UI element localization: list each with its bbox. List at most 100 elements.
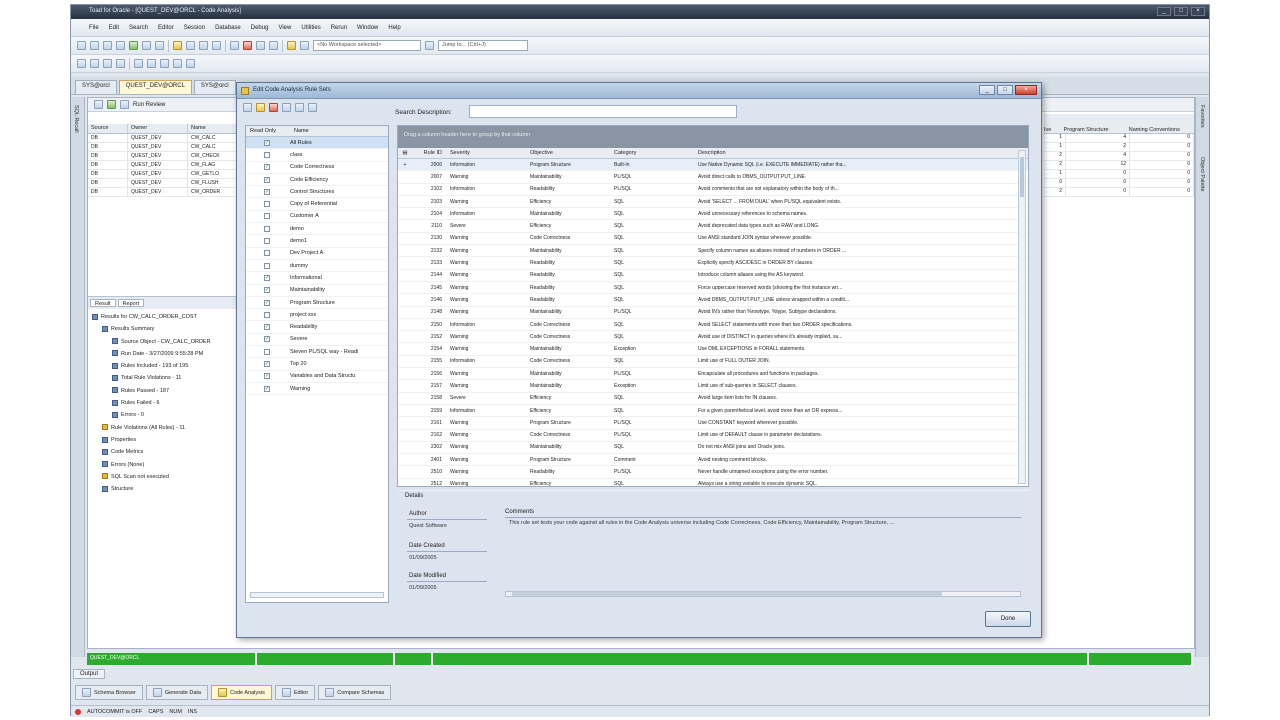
menu-session[interactable]: Session: [184, 25, 205, 31]
rules-vscrollbar[interactable]: [1018, 150, 1026, 484]
rule-set-item[interactable]: Customer A: [246, 211, 388, 224]
table-row[interactable]: 2156 Warning Maintainability PL/SQL Encapsul…: [398, 368, 1028, 381]
table-row[interactable]: 2401 Warning Program Structure Comment Avoid…: [398, 454, 1028, 467]
read-only-checkbox[interactable]: ✓: [264, 299, 270, 306]
report-icon[interactable]: [186, 41, 195, 50]
rule-set-item[interactable]: class: [246, 149, 388, 162]
col-objective[interactable]: Objective: [530, 150, 614, 156]
table-row[interactable]: 2145 Warning Readability SQL Force uppercase…: [398, 282, 1028, 295]
menu-editor[interactable]: Editor: [158, 25, 174, 31]
search-description-input[interactable]: [469, 105, 737, 118]
read-only-checkbox[interactable]: ✓: [264, 274, 270, 281]
editor-icon[interactable]: [142, 41, 151, 50]
col-owner[interactable]: Owner: [128, 124, 188, 133]
debug-icon[interactable]: [173, 59, 182, 68]
table-row[interactable]: 2103 Warning Efficiency SQL Avoid 'SELECT ..…: [398, 196, 1028, 209]
rollback-icon[interactable]: [116, 59, 125, 68]
table-row[interactable]: 2148 Warning Maintainability PL/SQL Avoid IN…: [398, 307, 1028, 319]
dialog-minimize-button[interactable]: _: [979, 85, 995, 95]
project-icon[interactable]: [287, 41, 296, 50]
col-rule-set-name[interactable]: Name: [290, 126, 313, 136]
menu-view[interactable]: View: [278, 25, 291, 31]
table-row[interactable]: 2155 Information Code Correctness SQL Limit …: [398, 356, 1028, 369]
read-only-checkbox[interactable]: [264, 201, 270, 208]
menu-search[interactable]: Search: [129, 25, 148, 31]
table-row[interactable]: 2 12 0: [1044, 161, 1194, 170]
table-row[interactable]: DB QUEST_DEV CW_CALC: [88, 143, 238, 152]
tab-quest-dev[interactable]: QUEST_DEV@ORCL: [118, 80, 192, 94]
tab-generate-data[interactable]: Generate Data: [145, 685, 208, 700]
table-row[interactable]: 2133 Warning Readability SQL Explicitly spec…: [398, 257, 1028, 270]
tab-result[interactable]: Result: [90, 299, 116, 307]
rule-set-item[interactable]: demo: [246, 223, 388, 236]
date-modified-value[interactable]: 01/09/2005: [409, 585, 437, 591]
session-icon[interactable]: [134, 59, 143, 68]
connect-icon[interactable]: [77, 59, 86, 68]
export-rule-set-icon[interactable]: [308, 103, 317, 112]
table-row[interactable]: 2150 Information Code Correctness SQL Avoid …: [398, 319, 1028, 332]
table-row[interactable]: 100: [1044, 170, 1194, 179]
table-row[interactable]: 2130 Warning Code Correctness SQL Use ANSI s…: [398, 233, 1028, 246]
rule-set-item[interactable]: ✓ All Rules: [246, 137, 388, 150]
tree-node[interactable]: Errors - 0: [92, 409, 234, 421]
rule-set-item[interactable]: ✓ Severe: [246, 334, 388, 347]
menu-help[interactable]: Help: [388, 25, 400, 31]
new-icon[interactable]: [77, 41, 86, 50]
table-row[interactable]: 200: [1044, 188, 1194, 197]
commit-icon[interactable]: [103, 59, 112, 68]
read-only-checkbox[interactable]: [264, 238, 270, 245]
object-palette-tab[interactable]: Object Palette: [1199, 157, 1205, 192]
tree-node[interactable]: Rules Failed - 6: [92, 397, 234, 409]
read-only-checkbox[interactable]: ✓: [264, 139, 270, 146]
output-tab[interactable]: Output: [73, 669, 106, 679]
scroll-thumb[interactable]: [1020, 157, 1024, 197]
col-program-structure[interactable]: Program Structure: [1064, 127, 1129, 133]
tab-report[interactable]: Report: [117, 299, 145, 307]
tab-editor[interactable]: Editor: [274, 685, 316, 700]
save-icon[interactable]: [103, 41, 112, 50]
tree-node[interactable]: Total Rule Violations - 11: [92, 372, 234, 384]
table-row[interactable]: +2006 Information Program Structure Built-I…: [398, 159, 1028, 172]
rule-set-item[interactable]: ✓ Program Structure: [246, 297, 388, 310]
tools-icon[interactable]: [230, 41, 239, 50]
col-name[interactable]: Name: [188, 124, 238, 133]
filter-icon[interactable]: [212, 41, 221, 50]
read-only-checkbox[interactable]: [264, 311, 270, 318]
tree-node[interactable]: Source Object - CW_CALC_ORDER: [92, 336, 234, 348]
rule-set-item[interactable]: Copy of Referential: [246, 198, 388, 211]
read-only-checkbox[interactable]: ✓: [264, 324, 270, 331]
col-category[interactable]: Category: [614, 150, 698, 156]
table-row[interactable]: 2104 Information Maintainability SQL Avoid u…: [398, 208, 1028, 221]
table-row[interactable]: 240: [1044, 152, 1194, 161]
explain-plan-icon[interactable]: [147, 59, 156, 68]
comments-hscrollbar[interactable]: [505, 591, 1021, 597]
add-icon[interactable]: [94, 100, 103, 109]
options-icon[interactable]: [120, 100, 129, 109]
table-row[interactable]: 140: [1044, 134, 1194, 143]
table-row[interactable]: 2152 Warning Code Correctness SQL Avoid use …: [398, 331, 1028, 344]
window-icon[interactable]: [256, 41, 265, 50]
table-row[interactable]: 120: [1044, 143, 1194, 152]
table-row[interactable]: 000: [1044, 179, 1194, 188]
rule-set-item[interactable]: ✓ Code Efficiency: [246, 174, 388, 187]
open-icon[interactable]: [90, 41, 99, 50]
tab-sys-orcl[interactable]: SYS@orcl: [75, 80, 117, 94]
jump-to-combo[interactable]: Jump to... (Ctrl+J): [438, 40, 528, 51]
tree-node[interactable]: Structure: [92, 483, 234, 495]
table-row[interactable]: DB QUEST_DEV CW_GETLO: [88, 170, 238, 179]
menu-utilities[interactable]: Utilities: [301, 25, 320, 31]
table-row[interactable]: DB QUEST_DEV CW_FLAG: [88, 161, 238, 170]
table-row[interactable]: 2302 Warning Maintainability SQL Do not mix …: [398, 442, 1028, 455]
read-only-checkbox[interactable]: [264, 225, 270, 232]
read-only-checkbox[interactable]: ✓: [264, 164, 270, 171]
dialog-close-button[interactable]: ×: [1015, 85, 1037, 95]
favorites-tab[interactable]: Favorites: [1199, 105, 1205, 128]
disconnect-icon[interactable]: [90, 59, 99, 68]
rule-set-item[interactable]: ✓ Maintainability: [246, 285, 388, 297]
table-row[interactable]: DB QUEST_DEV CW_CALC: [88, 134, 238, 143]
table-row[interactable]: 2007 Warning Maintainability PL/SQL Avoid di…: [398, 171, 1028, 184]
read-only-checkbox[interactable]: ✓: [264, 360, 270, 367]
folder-icon[interactable]: [173, 41, 182, 50]
comments-value[interactable]: This rule set tests your code against al…: [509, 520, 1019, 526]
schema-browser-icon[interactable]: [116, 41, 125, 50]
